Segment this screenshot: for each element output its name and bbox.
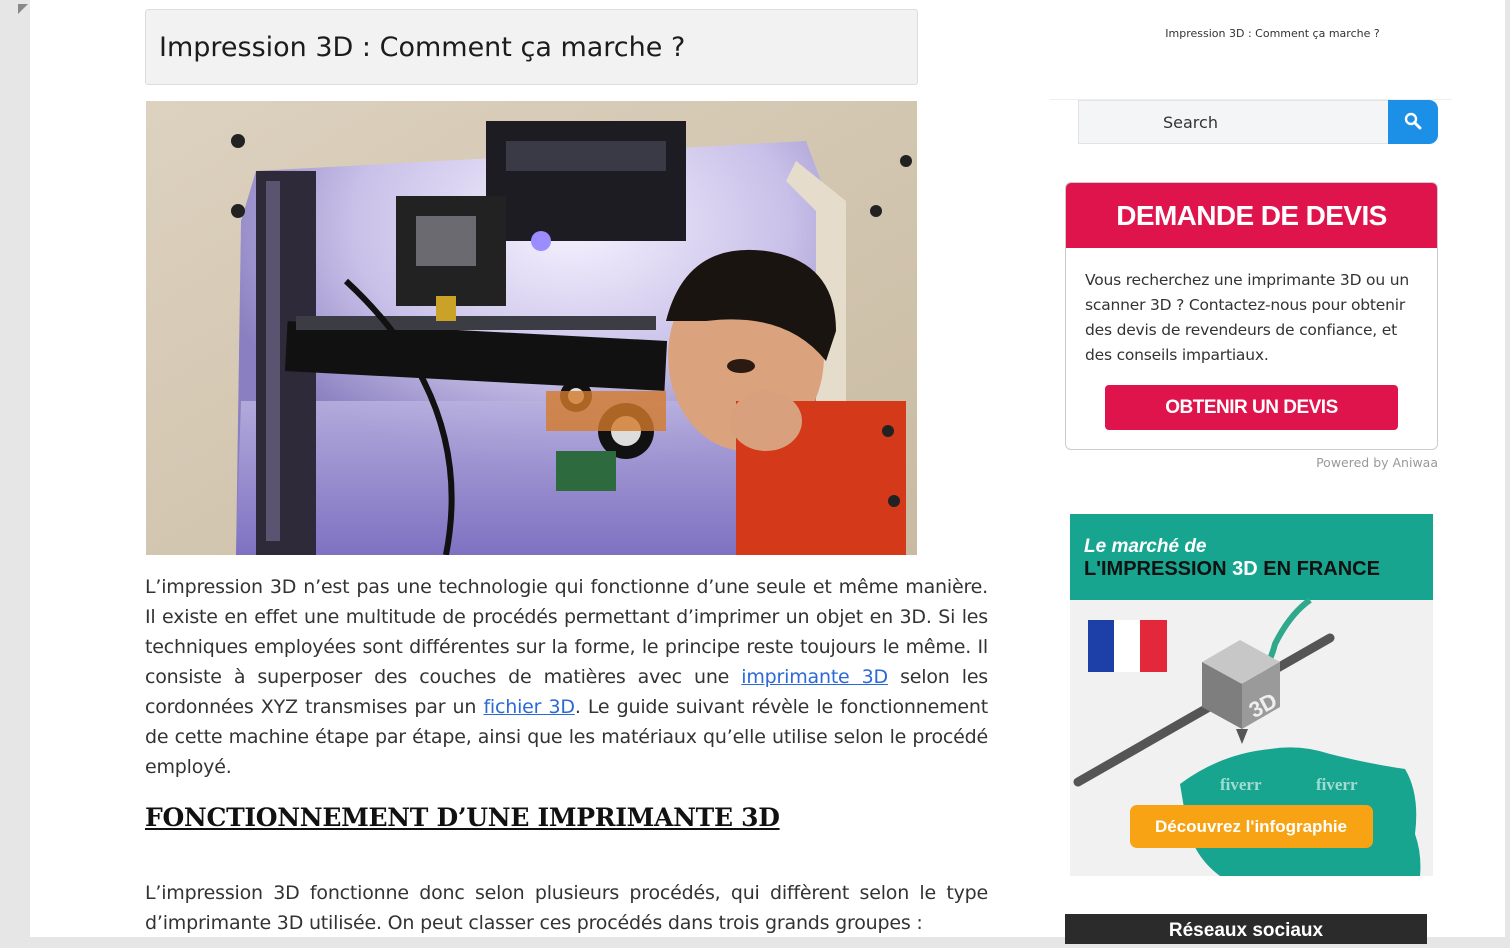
- link-fichier-3d[interactable]: fichier 3D: [483, 696, 575, 718]
- search-input[interactable]: [1078, 100, 1390, 144]
- get-quote-button[interactable]: OBTENIR UN DEVIS: [1105, 385, 1398, 430]
- search-icon: [1404, 112, 1422, 133]
- watermark-text: fiverr: [1220, 775, 1262, 794]
- page: Impression 3D : Comment ça marche ? L’im…: [30, 0, 1505, 944]
- article-title-box: Impression 3D : Comment ça marche ?: [145, 9, 918, 85]
- france-flag: [1088, 620, 1167, 672]
- quote-request-widget: DEMANDE DE DEVIS Vous recherchez une imp…: [1065, 182, 1438, 450]
- page-corner-fold: [18, 4, 28, 14]
- infographic-line2: L'IMPRESSION 3D EN FRANCE: [1084, 558, 1380, 580]
- article-paragraph-2: L’impression 3D fonctionne donc selon pl…: [145, 882, 988, 934]
- hero-image: [146, 101, 917, 555]
- article-title: Impression 3D : Comment ça marche ?: [159, 31, 686, 63]
- search-button[interactable]: [1388, 100, 1438, 144]
- social-widget-header: Réseaux sociaux: [1065, 914, 1427, 944]
- search-form: [1078, 100, 1438, 144]
- article-intro-paragraph: L’impression 3D n’est pas une technologi…: [145, 572, 988, 782]
- sidebar-page-title: Impression 3D : Comment ça marche ?: [1165, 27, 1380, 40]
- quote-widget-header: DEMANDE DE DEVIS: [1066, 183, 1437, 248]
- section-heading: FONCTIONNEMENT D’UNE IMPRIMANTE 3D: [145, 803, 780, 832]
- link-imprimante-3d[interactable]: imprimante 3D: [741, 666, 888, 688]
- quote-widget-text: Vous recherchez une imprimante 3D ou un …: [1085, 271, 1409, 364]
- infographic-banner[interactable]: Le marché de L'IMPRESSION 3D EN FRANCE 3…: [1070, 514, 1433, 876]
- watermark-text: fiverr: [1316, 775, 1358, 794]
- powered-by-link[interactable]: Powered by Aniwaa: [1230, 455, 1438, 470]
- infographic-button-label: Découvrez l'infographie: [1155, 817, 1347, 836]
- infographic-line1: Le marché de: [1084, 536, 1207, 557]
